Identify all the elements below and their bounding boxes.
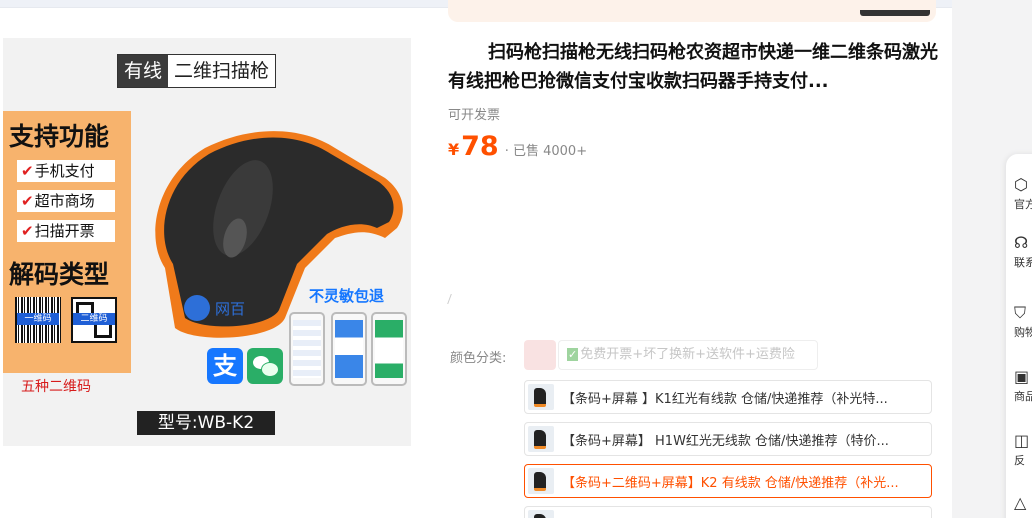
sku-option-selected[interactable]: 【条码+二维码+屏幕】K2 有线款 仓储/快递推荐（补光... bbox=[524, 464, 932, 498]
top-icon: △ bbox=[1014, 493, 1027, 512]
feedback-icon: ◫ bbox=[1014, 431, 1030, 450]
product-page: 有线 二维扫描枪 支持功能 ✔手机支付 ✔超市商场 ✔扫描开票 解码类型 一维码… bbox=[0, 0, 1032, 518]
feature-label: 扫描开票 bbox=[34, 222, 95, 240]
checkbox-icon: ✓ bbox=[567, 348, 579, 361]
divider-mark bbox=[447, 294, 455, 304]
product-title: 扫码枪扫描枪无线扫码枪农资超市快递一维二维条码激光有线把枪巴抢微信支付宝收款扫码… bbox=[448, 42, 938, 92]
sku-option[interactable] bbox=[524, 506, 932, 518]
sidebar-item-top[interactable]: △ bbox=[1014, 494, 1032, 512]
wechat-icon bbox=[247, 348, 283, 384]
check-icon: ✔ bbox=[21, 192, 34, 210]
image-header-scanner: 二维扫描枪 bbox=[168, 55, 276, 87]
sku-thumb bbox=[528, 384, 554, 410]
sku-thumb bbox=[528, 426, 554, 452]
check-icon: ✔ bbox=[21, 222, 34, 240]
price-row: ¥ 78 · 已售 4000+ bbox=[448, 131, 587, 162]
sku-thumb bbox=[528, 510, 554, 518]
currency-symbol: ¥ bbox=[448, 140, 460, 159]
sku-option-label: 【条码+屏幕 】K1红光有线款 仓储/快递推荐（补光特... bbox=[562, 391, 888, 407]
official-icon: ⬡ bbox=[1014, 175, 1028, 194]
sidebar-item-label: 反 bbox=[1014, 454, 1025, 467]
sold-count: · 已售 4000+ bbox=[504, 144, 588, 159]
sidebar-item-feedback[interactable]: ◫ 反 bbox=[1014, 432, 1032, 468]
image-header-wired: 有线 bbox=[118, 55, 169, 87]
sku-thumb-disabled bbox=[524, 340, 556, 370]
contact-icon: ☊ bbox=[1014, 233, 1029, 252]
brand-logo-text: 网百 bbox=[215, 300, 245, 318]
sidebar-item-label: 商品 bbox=[1014, 390, 1032, 403]
check-icon: ✔ bbox=[21, 162, 34, 180]
invoice-badge: 可开发票 bbox=[448, 108, 501, 123]
barcode-scanner-icon: 网百 bbox=[155, 131, 403, 338]
phone-icon bbox=[289, 312, 325, 386]
phone-icon bbox=[331, 312, 367, 386]
feature-item: ✔扫描开票 bbox=[17, 220, 115, 242]
sidebar-item-product[interactable]: ▣ 商品 bbox=[1014, 368, 1032, 404]
barcode-tag: 一维码 bbox=[17, 313, 59, 325]
feature-label: 手机支付 bbox=[34, 162, 95, 180]
feature-item: ✔超市商场 bbox=[17, 190, 115, 212]
decode-title: 解码类型 bbox=[9, 260, 110, 289]
sidebar-item-label: 官方 bbox=[1014, 198, 1032, 211]
code-samples: 一维码 二维码 bbox=[15, 297, 119, 347]
sidebar-item-contact[interactable]: ☊ 联系 bbox=[1014, 234, 1032, 270]
sidebar-item-cart[interactable]: ⛉ 购物 bbox=[1014, 304, 1032, 340]
sidebar-item-label: 购物 bbox=[1014, 326, 1032, 339]
phone-icon bbox=[371, 312, 407, 386]
sku-option-label: 【条码+二维码+屏幕】K2 有线款 仓储/快递推荐（补光... bbox=[562, 475, 899, 491]
product-main-image[interactable]: 有线 二维扫描枪 支持功能 ✔手机支付 ✔超市商场 ✔扫描开票 解码类型 一维码… bbox=[3, 38, 411, 446]
sku-option-label: 免费开票+坏了换新+送软件+运费险 bbox=[580, 347, 795, 362]
sidebar-item-label: 联系 bbox=[1014, 256, 1032, 269]
feature-item: ✔手机支付 bbox=[17, 160, 115, 182]
feature-title: 支持功能 bbox=[9, 122, 110, 151]
floating-sidebar: ⬡ 官方 ☊ 联系 ⛉ 购物 ▣ 商品 ◫ 反 △ bbox=[1006, 154, 1032, 518]
sku-option-disabled: ✓ 免费开票+坏了换新+送软件+运费险 bbox=[558, 340, 818, 370]
price-value: 78 bbox=[461, 131, 499, 162]
five-codes-text: 五种二维码 bbox=[21, 379, 91, 395]
image-header: 有线 二维扫描枪 bbox=[117, 54, 277, 88]
sku-option[interactable]: 【条码+屏幕 】K1红光有线款 仓储/快递推荐（补光特... bbox=[524, 380, 932, 414]
no-sensitive-refund-text: 不灵敏包退 bbox=[309, 287, 385, 305]
sku-option-label: 【条码+屏幕】 H1W红光无线款 仓储/快递推荐（特价... bbox=[562, 433, 889, 449]
product-icon: ▣ bbox=[1014, 367, 1030, 386]
model-number: 型号:WB-K2 bbox=[137, 411, 275, 435]
promo-banner-button-edge[interactable] bbox=[860, 10, 930, 16]
alipay-icon: 支 bbox=[207, 348, 243, 384]
qrcode-tag: 二维码 bbox=[73, 313, 115, 325]
sku-option[interactable]: 【条码+屏幕】 H1W红光无线款 仓储/快递推荐（特价... bbox=[524, 422, 932, 456]
feature-label: 超市商场 bbox=[34, 192, 95, 210]
sku-thumb bbox=[528, 468, 554, 494]
cart-icon: ⛉ bbox=[1014, 303, 1027, 322]
sidebar-item-official[interactable]: ⬡ 官方 bbox=[1014, 176, 1032, 212]
sku-label: 颜色分类: bbox=[450, 351, 507, 366]
feature-panel: 支持功能 ✔手机支付 ✔超市商场 ✔扫描开票 解码类型 一维码 二维码 bbox=[3, 111, 131, 373]
